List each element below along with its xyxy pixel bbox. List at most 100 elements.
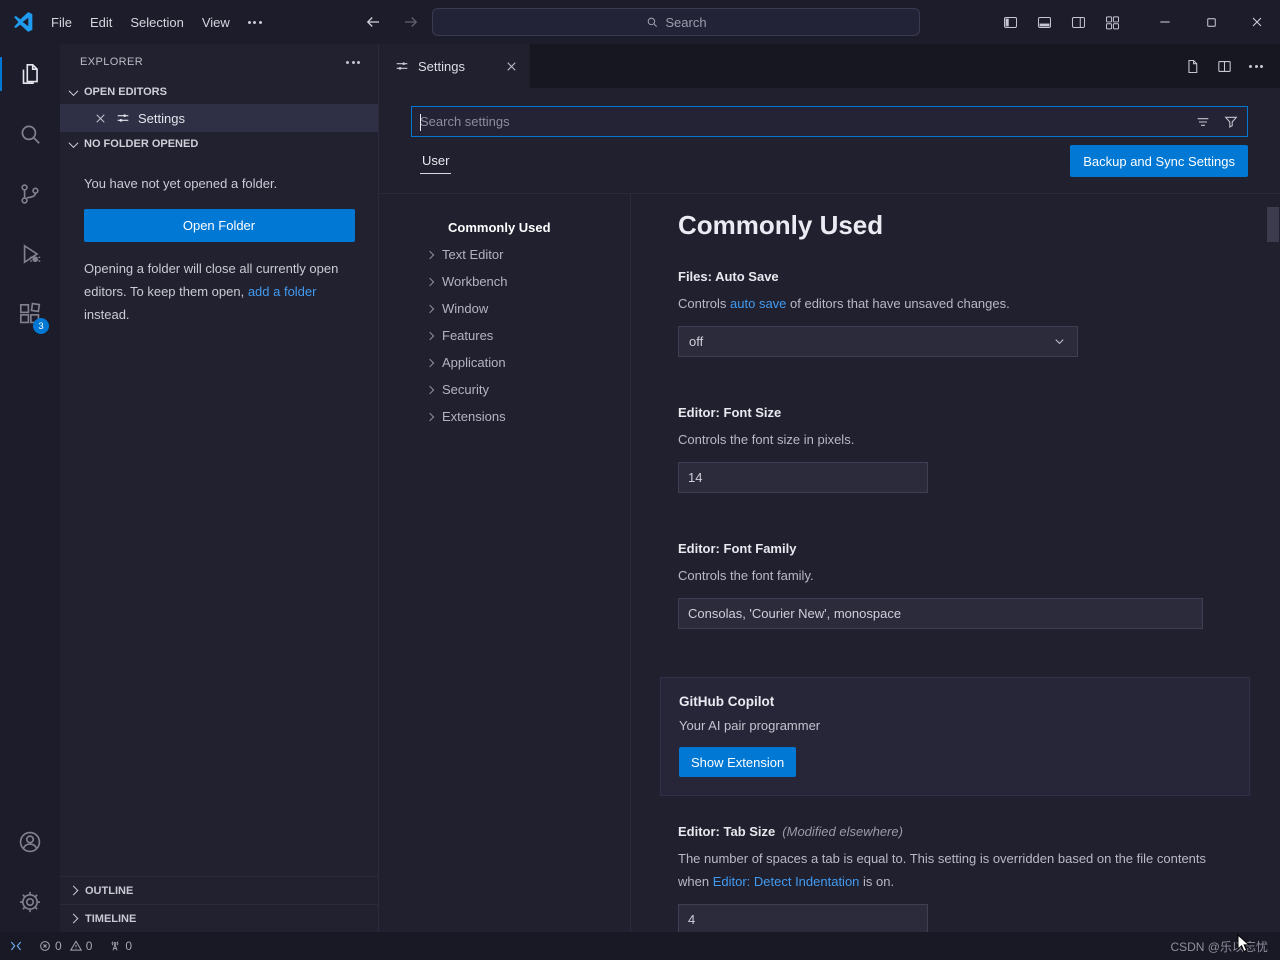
filter-list-icon[interactable]	[1192, 111, 1214, 133]
search-activity-icon[interactable]	[0, 104, 60, 164]
watermark-text: CSDN @乐以忘忧	[1170, 938, 1280, 955]
account-icon[interactable]	[0, 812, 60, 872]
menu-file[interactable]: File	[42, 11, 81, 34]
tab-close-icon[interactable]	[504, 59, 519, 74]
vscode-logo-icon	[12, 11, 34, 33]
extensions-icon[interactable]: 3	[0, 284, 60, 344]
add-a-folder-link[interactable]: add a folder	[248, 284, 317, 299]
auto-save-dropdown[interactable]: off	[678, 326, 1078, 357]
menu-view[interactable]: View	[193, 11, 239, 34]
main-area: 3 EXPLORER	[0, 44, 1280, 932]
customize-layout-icon[interactable]	[1098, 8, 1126, 36]
setting-description: Controls auto save of editors that have …	[678, 292, 1238, 315]
setting-auto-save: Files: Auto Save Controls auto save of e…	[678, 269, 1250, 357]
setting-name: Font Family	[724, 541, 797, 556]
open-editor-label: Settings	[138, 111, 185, 126]
settings-gear-icon[interactable]	[0, 872, 60, 932]
toggle-panel-bottom-icon[interactable]	[1030, 8, 1058, 36]
toc-window[interactable]: Window	[411, 295, 630, 322]
backup-sync-button[interactable]: Backup and Sync Settings	[1070, 145, 1248, 177]
timeline-section-header[interactable]: TIMELINE	[60, 904, 378, 932]
titlebar-search[interactable]: Search	[432, 8, 920, 36]
forward-icon[interactable]	[398, 9, 424, 35]
sidebar-title-row: EXPLORER	[60, 44, 378, 80]
toc-commonly-used[interactable]: Commonly Used	[411, 214, 630, 241]
show-extension-button[interactable]: Show Extension	[679, 747, 796, 777]
explorer-icon[interactable]	[0, 44, 60, 104]
toggle-sidebar-left-icon[interactable]	[996, 8, 1024, 36]
maximize-button[interactable]	[1188, 0, 1234, 44]
extensions-badge: 3	[33, 318, 49, 334]
toc-label: Commonly Used	[448, 220, 551, 235]
open-folder-button[interactable]: Open Folder	[84, 209, 355, 242]
copilot-description: Your AI pair programmer	[679, 718, 1231, 733]
minimize-button[interactable]	[1142, 0, 1188, 44]
settings-heading: Commonly Used	[678, 210, 1250, 241]
radio-tower-icon	[108, 939, 122, 953]
tab-size-input[interactable]	[678, 904, 928, 932]
tab-bar: Settings	[379, 44, 1280, 88]
github-copilot-panel: GitHub Copilot Your AI pair programmer S…	[660, 677, 1250, 796]
outline-section-header[interactable]: OUTLINE	[60, 876, 378, 904]
desc-text-end: is on.	[859, 874, 894, 889]
setting-title: Editor: Font Family	[678, 541, 1250, 556]
filter-funnel-icon[interactable]	[1220, 111, 1242, 133]
toc-workbench[interactable]: Workbench	[411, 268, 630, 295]
editor-actions	[1178, 44, 1280, 88]
warning-icon	[69, 939, 83, 953]
toc-application[interactable]: Application	[411, 349, 630, 376]
menu-edit[interactable]: Edit	[81, 11, 121, 34]
font-size-input[interactable]	[678, 462, 928, 493]
settings-search-box	[411, 106, 1248, 137]
open-settings-json-icon[interactable]	[1178, 52, 1206, 80]
explorer-more-actions-icon[interactable]	[346, 61, 360, 64]
setting-font-family: Editor: Font Family Controls the font fa…	[678, 541, 1250, 629]
error-count: 0	[55, 939, 62, 953]
settings-content: Commonly Used Files: Auto Save Controls …	[631, 194, 1280, 932]
activity-bar: 3	[0, 44, 60, 932]
chevron-right-icon	[426, 331, 434, 339]
history-navigation	[360, 0, 424, 44]
split-editor-icon[interactable]	[1210, 52, 1238, 80]
toc-label: Workbench	[442, 274, 508, 289]
toggle-sidebar-right-icon[interactable]	[1064, 8, 1092, 36]
menu-selection[interactable]: Selection	[121, 11, 192, 34]
toc-extensions[interactable]: Extensions	[411, 403, 630, 430]
toc-security[interactable]: Security	[411, 376, 630, 403]
font-family-input[interactable]	[678, 598, 1203, 629]
ports-status[interactable]: 0	[102, 932, 142, 960]
problems-status[interactable]: 0 0	[32, 932, 102, 960]
source-control-icon[interactable]	[0, 164, 60, 224]
titlebar-search-placeholder: Search	[665, 15, 706, 30]
setting-title: Editor: Tab Size(Modified elsewhere)	[678, 824, 1250, 839]
more-actions-icon[interactable]	[1242, 52, 1270, 80]
back-icon[interactable]	[360, 9, 386, 35]
mouse-cursor	[1237, 934, 1253, 954]
close-button[interactable]	[1234, 0, 1280, 44]
toc-text-editor[interactable]: Text Editor	[411, 241, 630, 268]
tab-settings[interactable]: Settings	[379, 44, 530, 88]
menu-more-icon[interactable]	[239, 15, 271, 30]
run-debug-icon[interactable]	[0, 224, 60, 284]
editor-group: Settings	[379, 44, 1280, 932]
open-editor-item-settings[interactable]: Settings	[60, 104, 378, 132]
open-editors-header[interactable]: OPEN EDITORS	[60, 80, 378, 104]
close-editor-icon[interactable]	[93, 111, 108, 126]
setting-title: Editor: Font Size	[678, 405, 1250, 420]
auto-save-link[interactable]: auto save	[730, 296, 786, 311]
setting-category: Editor:	[678, 824, 724, 839]
tab-user-scope[interactable]: User	[420, 148, 451, 174]
no-folder-header[interactable]: NO FOLDER OPENED	[60, 132, 378, 156]
remote-indicator-icon[interactable]	[0, 932, 32, 960]
timeline-label: TIMELINE	[85, 913, 136, 925]
toc-features[interactable]: Features	[411, 322, 630, 349]
editor-scrollbar[interactable]	[1267, 207, 1279, 242]
settings-search-input[interactable]	[412, 114, 1192, 129]
detect-indentation-link[interactable]: Editor: Detect Indentation	[713, 874, 860, 889]
setting-category: Files:	[678, 269, 715, 284]
error-icon	[38, 939, 52, 953]
toc-label: Application	[442, 355, 506, 370]
desc-text: Controls	[678, 296, 730, 311]
chevron-right-icon	[426, 412, 434, 420]
chevron-right-icon	[426, 304, 434, 312]
